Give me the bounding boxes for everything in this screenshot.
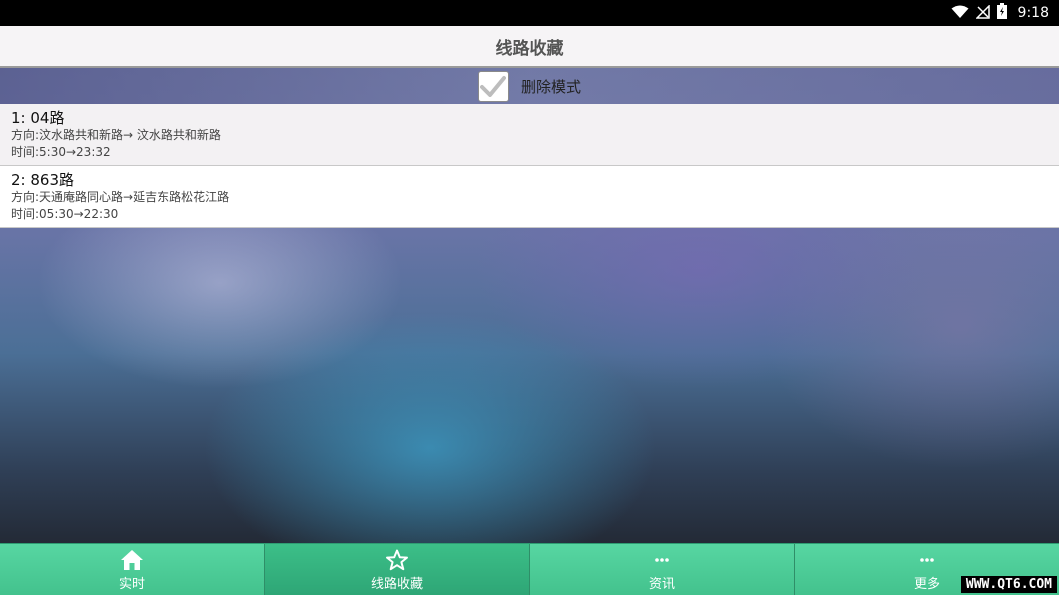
delete-mode-checkbox[interactable] — [477, 70, 509, 102]
tab-label: 资讯 — [648, 577, 675, 592]
content-area: 删除模式 1: 04路 方向:汶水路共和新路→ 汶水路共和新路 时间:5:30→… — [0, 68, 1059, 543]
dots-icon — [654, 547, 670, 573]
watermark: WWW.QT6.COM — [960, 576, 1057, 593]
star-icon — [385, 547, 409, 573]
dots-icon — [919, 547, 935, 573]
page-title: 线路收藏 — [495, 38, 564, 59]
tab-label: 更多 — [913, 577, 940, 592]
title-bar: 线路收藏 — [0, 26, 1059, 68]
tab-label: 线路收藏 — [370, 577, 423, 592]
tab-favorites[interactable]: 线路收藏 — [265, 544, 530, 595]
route-name: 2: 863路 — [11, 171, 74, 189]
route-list: 1: 04路 方向:汶水路共和新路→ 汶水路共和新路 时间:5:30→23:32… — [0, 104, 1059, 228]
delete-mode-bar: 删除模式 — [0, 68, 1059, 104]
tab-realtime[interactable]: 实时 — [0, 544, 265, 595]
route-item[interactable]: 2: 863路 方向:天通庵路同心路→延吉东路松花江路 时间:05:30→22:… — [0, 166, 1059, 228]
delete-mode-label: 删除模式 — [520, 77, 581, 96]
route-time: 时间:5:30→23:32 — [11, 145, 111, 159]
tab-label: 实时 — [118, 577, 145, 592]
status-icons: 9:18 — [951, 0, 1049, 26]
tab-news[interactable]: 资讯 — [530, 544, 795, 595]
route-name: 1: 04路 — [11, 109, 65, 127]
route-time: 时间:05:30→22:30 — [11, 207, 119, 221]
route-direction: 方向:天通庵路同心路→延吉东路松花江路 — [11, 190, 230, 204]
route-direction: 方向:汶水路共和新路→ 汶水路共和新路 — [11, 128, 221, 142]
route-item[interactable]: 1: 04路 方向:汶水路共和新路→ 汶水路共和新路 时间:5:30→23:32 — [0, 104, 1059, 166]
battery-icon — [996, 3, 1007, 23]
bottom-tab-bar: 实时 线路收藏 资讯 更多 — [0, 543, 1059, 595]
clock-time: 9:18 — [1017, 5, 1049, 21]
home-icon — [120, 547, 144, 573]
wifi-icon — [951, 4, 969, 23]
no-signal-icon — [974, 3, 990, 23]
status-bar: 9:18 — [0, 0, 1059, 26]
checkmark-icon — [480, 76, 507, 97]
